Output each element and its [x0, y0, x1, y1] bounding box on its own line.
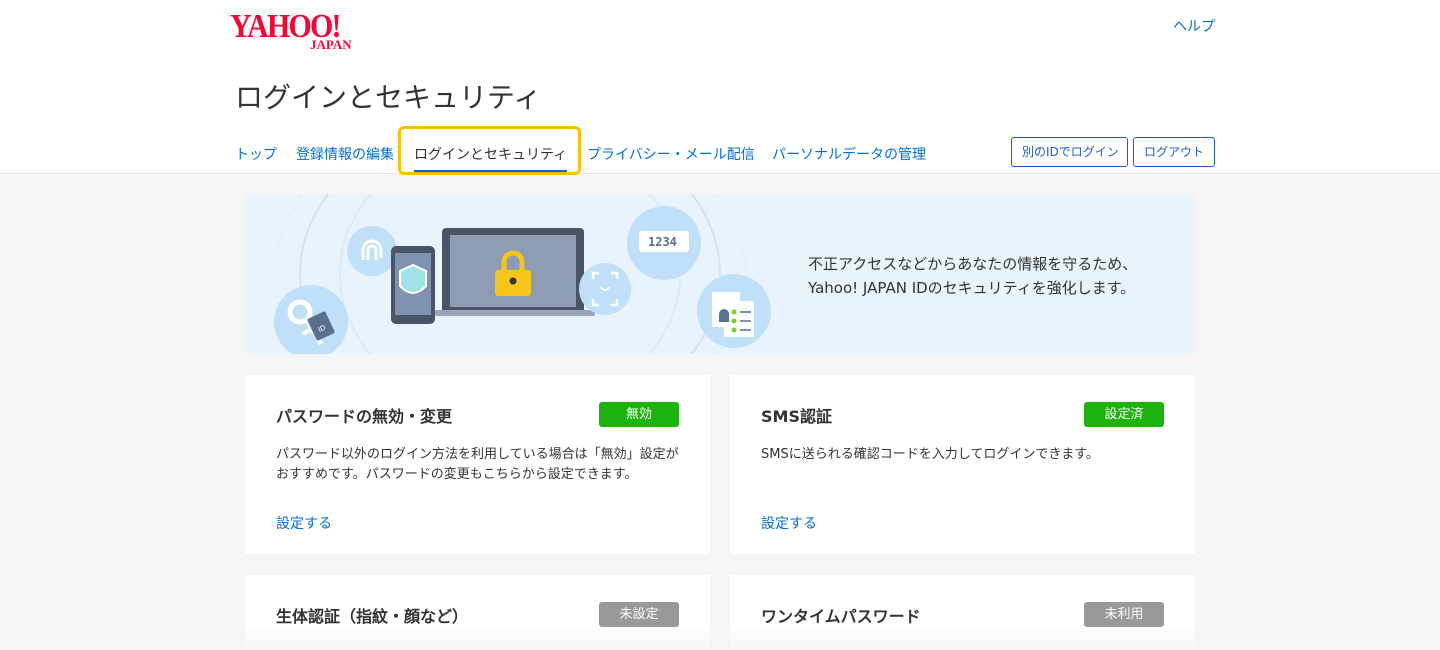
status-badge: 未設定 — [599, 602, 679, 627]
bottom-fade — [0, 625, 1440, 650]
card-description-line: おすすめです。パスワードの変更もこちらから設定できます。 — [276, 467, 638, 482]
code-bubble-icon: 1234 — [627, 206, 701, 280]
site-header: YAHOO! JAPAN ヘルプ ログインとセキュリティ トップ 登録情報の編集… — [0, 0, 1440, 175]
tab-top[interactable]: トップ — [235, 140, 277, 173]
card-description-line: SMSに送られる確認コードを入力してログインできます。 — [761, 447, 1100, 462]
card-password: パスワードの無効・変更 無効 パスワード以外のログイン方法を利用している場合は「… — [245, 375, 710, 554]
card-title: パスワードの無効・変更 — [276, 407, 453, 426]
card-description-line: パスワード以外のログイン方法を利用している場合は「無効」設定が — [276, 447, 679, 462]
help-link[interactable]: ヘルプ — [1173, 16, 1215, 36]
card-description: SMSに送られる確認コードを入力してログインできます。 — [761, 445, 1171, 465]
logo-subtext: JAPAN — [310, 37, 352, 52]
card-description: パスワード以外のログイン方法を利用している場合は「無効」設定が おすすめです。パ… — [276, 445, 686, 485]
svg-text:1234: 1234 — [648, 235, 677, 249]
tab-edit-profile[interactable]: 登録情報の編集 — [296, 140, 394, 173]
card-title: 生体認証（指紋・顔など） — [276, 607, 469, 626]
setting-link[interactable]: 設定する — [761, 513, 817, 533]
security-hero-banner: ID 1234 不正アクセスなどからあなたの情報を守るため、 Yahoo! JA… — [245, 194, 1195, 354]
key-icon: ID — [274, 285, 348, 354]
checklist-icon — [697, 274, 771, 348]
card-sms-auth: SMS認証 設定済 SMSに送られる確認コードを入力してログインできます。 設定… — [730, 375, 1195, 554]
tab-personal-data[interactable]: パーソナルデータの管理 — [772, 140, 926, 173]
hero-line-2: Yahoo! JAPAN IDのセキュリティを強化します。 — [808, 279, 1136, 297]
card-title: SMS認証 — [761, 407, 832, 426]
status-badge: 未利用 — [1084, 602, 1164, 627]
logout-button[interactable]: ログアウト — [1133, 137, 1215, 167]
tab-focus-ring — [398, 126, 581, 175]
yahoo-japan-logo[interactable]: YAHOO! JAPAN — [230, 10, 370, 53]
smartphone-icon — [391, 246, 435, 324]
status-badge: 設定済 — [1084, 402, 1164, 427]
fingerprint-icon — [347, 226, 397, 276]
page-title: ログインとセキュリティ — [235, 81, 542, 114]
card-title: ワンタイムパスワード — [761, 607, 921, 626]
face-scan-icon — [579, 263, 631, 315]
hero-line-1: 不正アクセスなどからあなたの情報を守るため、 — [808, 255, 1138, 273]
status-badge: 無効 — [599, 402, 679, 427]
tab-privacy-mail[interactable]: プライバシー・メール配信 — [587, 140, 755, 173]
setting-link[interactable]: 設定する — [276, 513, 332, 533]
hero-message: 不正アクセスなどからあなたの情報を守るため、 Yahoo! JAPAN IDのセ… — [808, 252, 1137, 300]
alt-login-button[interactable]: 別のIDでログイン — [1011, 137, 1128, 167]
